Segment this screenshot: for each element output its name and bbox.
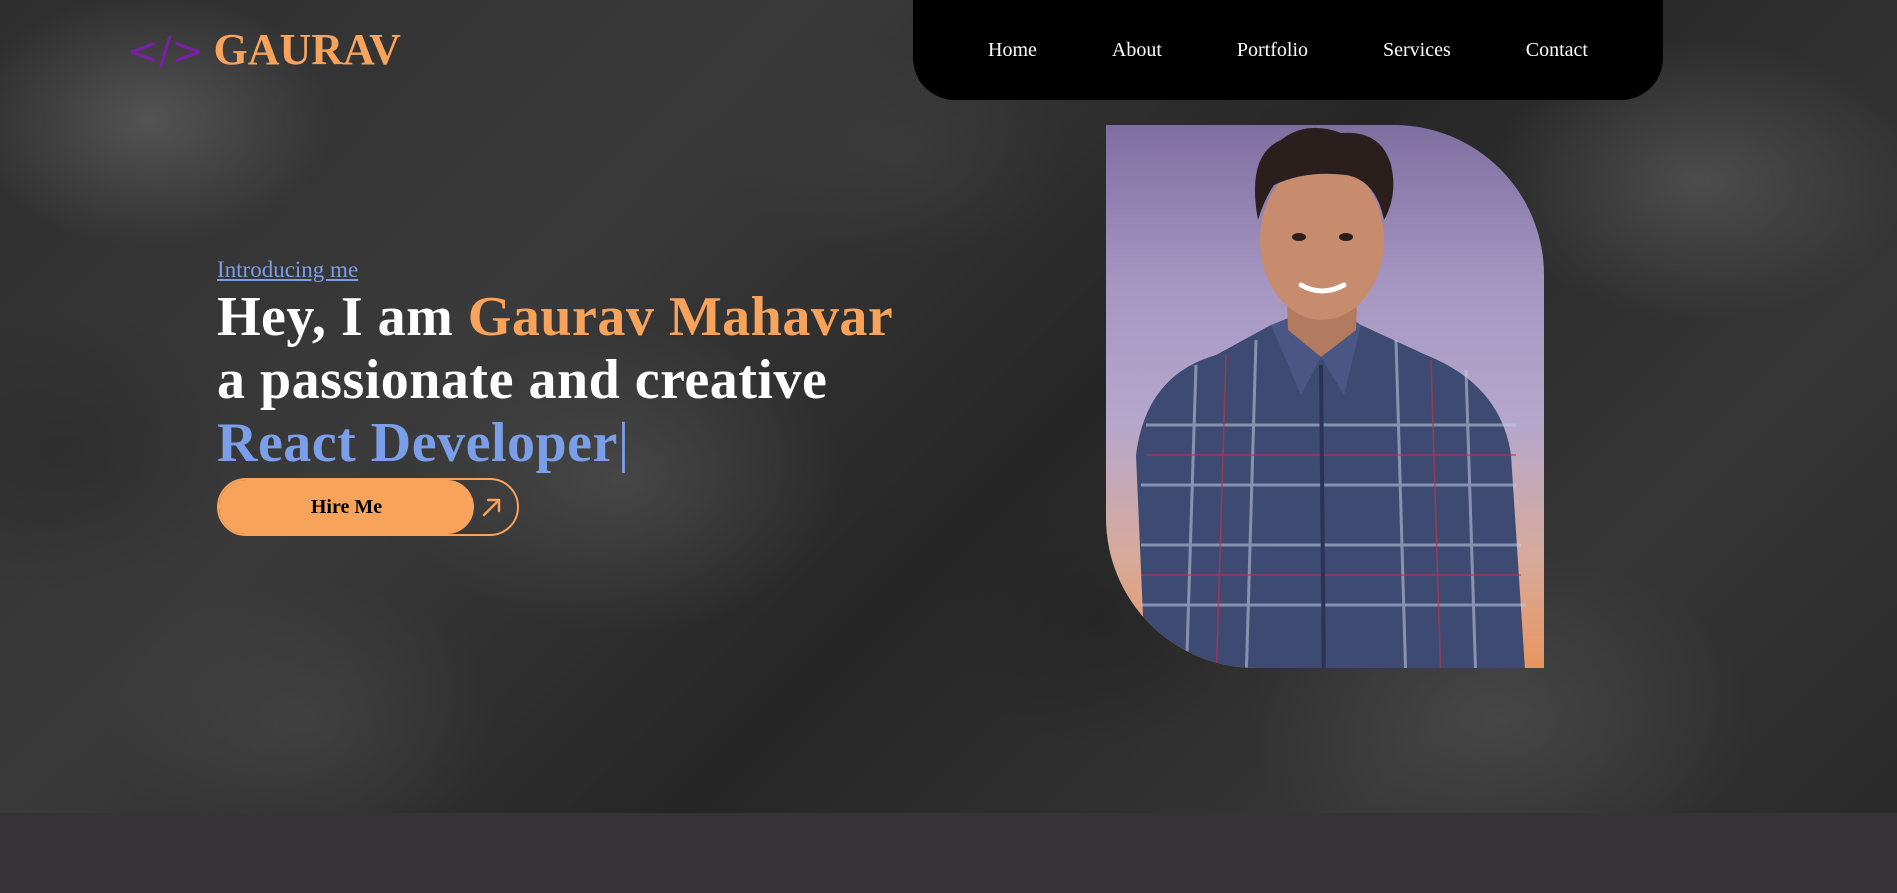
logo[interactable]: </> GAURAV xyxy=(127,22,401,79)
nav-link-contact[interactable]: Contact xyxy=(1526,39,1588,62)
nav-link-services[interactable]: Services xyxy=(1383,39,1451,62)
role-text: React Developer xyxy=(217,412,618,474)
headline-line-3: React Developer| xyxy=(217,412,893,475)
name-text: Gaurav Mahavar xyxy=(467,286,894,348)
person-illustration xyxy=(1136,127,1526,668)
typing-cursor: | xyxy=(617,412,630,474)
page: </> GAURAV Home About Portfolio Services … xyxy=(0,0,1897,893)
nav-link-about[interactable]: About xyxy=(1112,39,1162,62)
nav-link-portfolio[interactable]: Portfolio xyxy=(1237,39,1308,62)
code-brackets-icon: </> xyxy=(127,29,204,73)
hero-section: </> GAURAV Home About Portfolio Services … xyxy=(0,0,1897,813)
greeting-text: Hey, I am xyxy=(217,286,468,348)
profile-photo xyxy=(1106,125,1544,668)
navbar: Home About Portfolio Services Contact xyxy=(913,0,1663,100)
nav-link-home[interactable]: Home xyxy=(988,39,1037,62)
headline-line-1: Hey, I am Gaurav Mahavar xyxy=(217,286,893,349)
logo-text: GAURAV xyxy=(213,25,401,74)
arrow-up-right-icon xyxy=(482,498,501,517)
hero-headline: Hey, I am Gaurav Mahavar a passionate an… xyxy=(217,286,893,475)
hire-me-label: Hire Me xyxy=(219,480,474,534)
intro-link[interactable]: Introducing me xyxy=(217,257,358,283)
headline-line-2: a passionate and creative xyxy=(217,349,828,411)
hire-me-button[interactable]: Hire Me xyxy=(217,478,519,536)
